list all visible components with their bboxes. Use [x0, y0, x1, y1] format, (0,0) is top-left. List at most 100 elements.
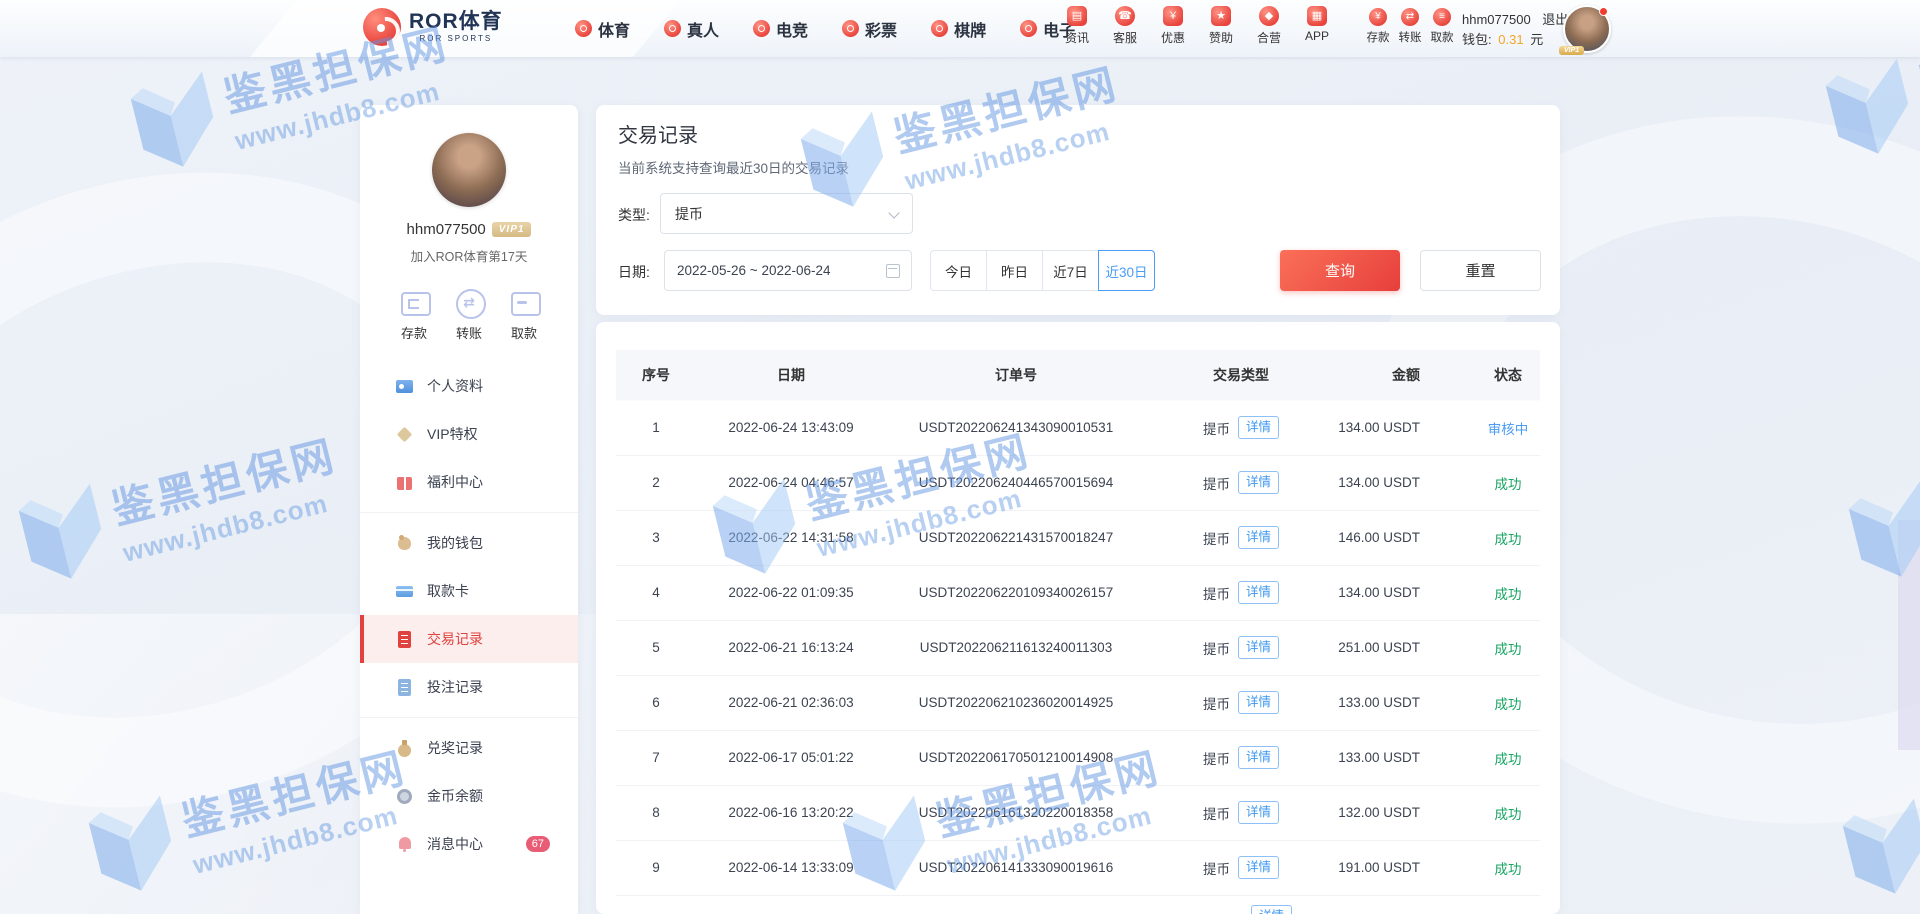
quick-link-客服[interactable]: ☎ 客服 — [1108, 6, 1142, 46]
range-button-昨日[interactable]: 昨日 — [986, 250, 1043, 291]
detail-button[interactable]: 详情 — [1237, 691, 1279, 714]
watermark: 鉴黑担保网 www.jhdb8.com — [1841, 420, 1920, 590]
cell-type: 提币 详情 — [1146, 730, 1336, 786]
header-quick-links: ▤ 资讯 ☎ 客服 ¥ 优惠 ★ 赞助 ◆ 合营 ▦ APP — [1060, 6, 1334, 46]
avatar[interactable]: VIP1 — [1559, 5, 1611, 55]
nav-item-电竞[interactable]: 电竞 — [753, 17, 808, 41]
cell-amount: 191.00 USDT — [1336, 840, 1476, 896]
cell-order: USDT202206161320220018358 — [886, 785, 1146, 841]
col-order: 订单号 — [886, 350, 1146, 400]
username[interactable]: hhm077500 — [1462, 12, 1531, 27]
quick-action-转账[interactable]: 转账 — [454, 287, 486, 342]
sidebar-quick-actions: 存款 转账 取款 — [360, 287, 578, 342]
wallet-link-存款[interactable]: ¥ 存款 — [1366, 8, 1390, 45]
filter-panel: 交易记录 当前系统支持查询最近30日的交易记录 类型: 提币 日期: 2022-… — [596, 105, 1560, 315]
quick-link-APP[interactable]: ▦ APP — [1300, 6, 1334, 46]
logo-title: ROR体育 — [409, 10, 503, 33]
table-row: 4 2022-06-22 01:09:35 USDT20220622010934… — [616, 565, 1540, 621]
user-info: hhm077500 退出 钱包: 0.31 元 — [1462, 10, 1568, 49]
deposit-icon — [399, 287, 431, 317]
quick-action-存款[interactable]: 存款 — [399, 287, 431, 342]
transfer-icon — [454, 287, 486, 319]
sidebar-item-消息中心[interactable]: 消息中心 67 — [360, 820, 578, 868]
quick-link-资讯[interactable]: ▤ 资讯 — [1060, 6, 1094, 46]
cell-type: 提币 详情 — [1146, 785, 1336, 841]
status-text: 成功 — [1476, 785, 1540, 841]
sidebar-item-取款卡[interactable]: 取款卡 — [360, 567, 578, 615]
sidebar-item-兑奖记录[interactable]: 兑奖记录 — [360, 724, 578, 772]
sidebar-item-交易记录[interactable]: 交易记录 — [360, 615, 578, 663]
sidebar-item-我的钱包[interactable]: 我的钱包 — [360, 519, 578, 567]
sidebar-item-个人资料[interactable]: 个人资料 — [360, 362, 578, 410]
range-button-近7日[interactable]: 近7日 — [1042, 250, 1099, 291]
news-icon: ▤ — [1067, 6, 1087, 26]
nav-item-真人[interactable]: 真人 — [664, 17, 719, 41]
detail-button[interactable]: 详情 — [1251, 905, 1293, 914]
date-range-input[interactable]: 2022-05-26 ~ 2022-06-24 — [664, 250, 912, 291]
status-text: 成功 — [1476, 840, 1540, 896]
detail-button[interactable]: 详情 — [1237, 746, 1279, 769]
wallet-label: 钱包: — [1462, 31, 1492, 47]
coin-icon — [396, 788, 413, 805]
nav-item-彩票[interactable]: 彩票 — [842, 17, 897, 41]
reset-button[interactable]: 重置 — [1420, 250, 1541, 291]
cell-date: 2022-06-22 01:09:35 — [696, 565, 886, 621]
quick-link-赞助[interactable]: ★ 赞助 — [1204, 6, 1238, 46]
main-nav: 体育 真人 电竞 彩票 棋牌 电子 — [575, 0, 1075, 57]
sidebar-menu: 个人资料 VIP特权 福利中心 我的钱包 取款卡 交易记录 投注记录 兑奖记录 … — [360, 356, 578, 874]
range-button-近30日[interactable]: 近30日 — [1098, 250, 1155, 291]
table-row: 1 2022-06-24 13:43:09 USDT20220624134309… — [616, 399, 1540, 456]
detail-button[interactable]: 详情 — [1237, 416, 1279, 439]
wallet-link-取款[interactable]: ≡ 取款 — [1430, 8, 1454, 45]
table-header-row: 序号 日期 订单号 交易类型 金额 状态 — [616, 350, 1540, 400]
cell-type: 提币 详情 — [1146, 675, 1336, 731]
sidebar-item-投注记录[interactable]: 投注记录 — [360, 663, 578, 711]
profile-block: hhm077500 VIP1 加入ROR体育第17天 存款 转账 取款 — [360, 105, 578, 342]
detail-button[interactable]: 详情 — [1237, 636, 1279, 659]
background-decor — [1898, 520, 1920, 750]
withdraw-icon: ≡ — [1433, 8, 1451, 26]
cell-type: 提币 详情 — [1146, 510, 1336, 566]
cell-type: 提币 详情 — [1146, 455, 1336, 511]
promo-icon: ¥ — [1163, 6, 1183, 26]
quick-link-合营[interactable]: ◆ 合营 — [1252, 6, 1286, 46]
sidebar-item-金币余额[interactable]: 金币余额 — [360, 772, 578, 820]
join-days-text: 加入ROR体育第17天 — [410, 250, 528, 264]
detail-button[interactable]: 详情 — [1237, 471, 1279, 494]
detail-button[interactable]: 详情 — [1237, 801, 1279, 824]
watermark: 鉴黑担保网 www.jhdb8.com — [1835, 737, 1920, 907]
avatar[interactable] — [432, 133, 506, 207]
quick-action-取款[interactable]: 取款 — [509, 287, 541, 342]
sidebar-item-福利中心[interactable]: 福利中心 — [360, 458, 578, 506]
cell-no: 6 — [616, 675, 696, 731]
type-select[interactable]: 提币 — [660, 193, 913, 234]
sidebar-item-VIP特权[interactable]: VIP特权 — [360, 410, 578, 458]
site-logo[interactable]: ROR体育 ROR SPORTS — [363, 8, 503, 46]
prize-icon — [396, 739, 413, 757]
date-range-value: 2022-05-26 ~ 2022-06-24 — [677, 263, 831, 278]
wallet-icon — [396, 534, 413, 552]
search-button[interactable]: 查询 — [1280, 250, 1400, 291]
withdraw-icon — [509, 287, 541, 317]
deposit-icon: ¥ — [1369, 8, 1387, 26]
menu-group: 个人资料 VIP特权 福利中心 — [360, 356, 578, 512]
username: hhm077500 — [406, 221, 486, 238]
detail-button[interactable]: 详情 — [1237, 526, 1279, 549]
nav-item-体育[interactable]: 体育 — [575, 17, 630, 41]
cell-order: USDT202206170501210014908 — [886, 730, 1146, 786]
detail-button[interactable]: 详情 — [1237, 856, 1279, 879]
wallet-amount: 0.31 — [1498, 31, 1524, 47]
profile-icon — [396, 378, 413, 395]
cell-type: 提币 详情 — [1146, 840, 1336, 896]
sidebar: hhm077500 VIP1 加入ROR体育第17天 存款 转账 取款 个人资料… — [360, 105, 578, 914]
nav-item-棋牌[interactable]: 棋牌 — [931, 17, 986, 41]
cell-type: 提币 详情 — [1146, 620, 1336, 676]
quick-link-优惠[interactable]: ¥ 优惠 — [1156, 6, 1190, 46]
sponsor-icon: ★ — [1211, 6, 1231, 26]
detail-button[interactable]: 详情 — [1237, 581, 1279, 604]
cell-no: 1 — [616, 399, 696, 456]
cell-amount: 251.00 USDT — [1336, 620, 1476, 676]
wallet-link-转账[interactable]: ⇄ 转账 — [1398, 8, 1422, 45]
table-row: 2 2022-06-24 04:46:57 USDT20220624044657… — [616, 455, 1540, 511]
range-button-今日[interactable]: 今日 — [930, 250, 987, 291]
